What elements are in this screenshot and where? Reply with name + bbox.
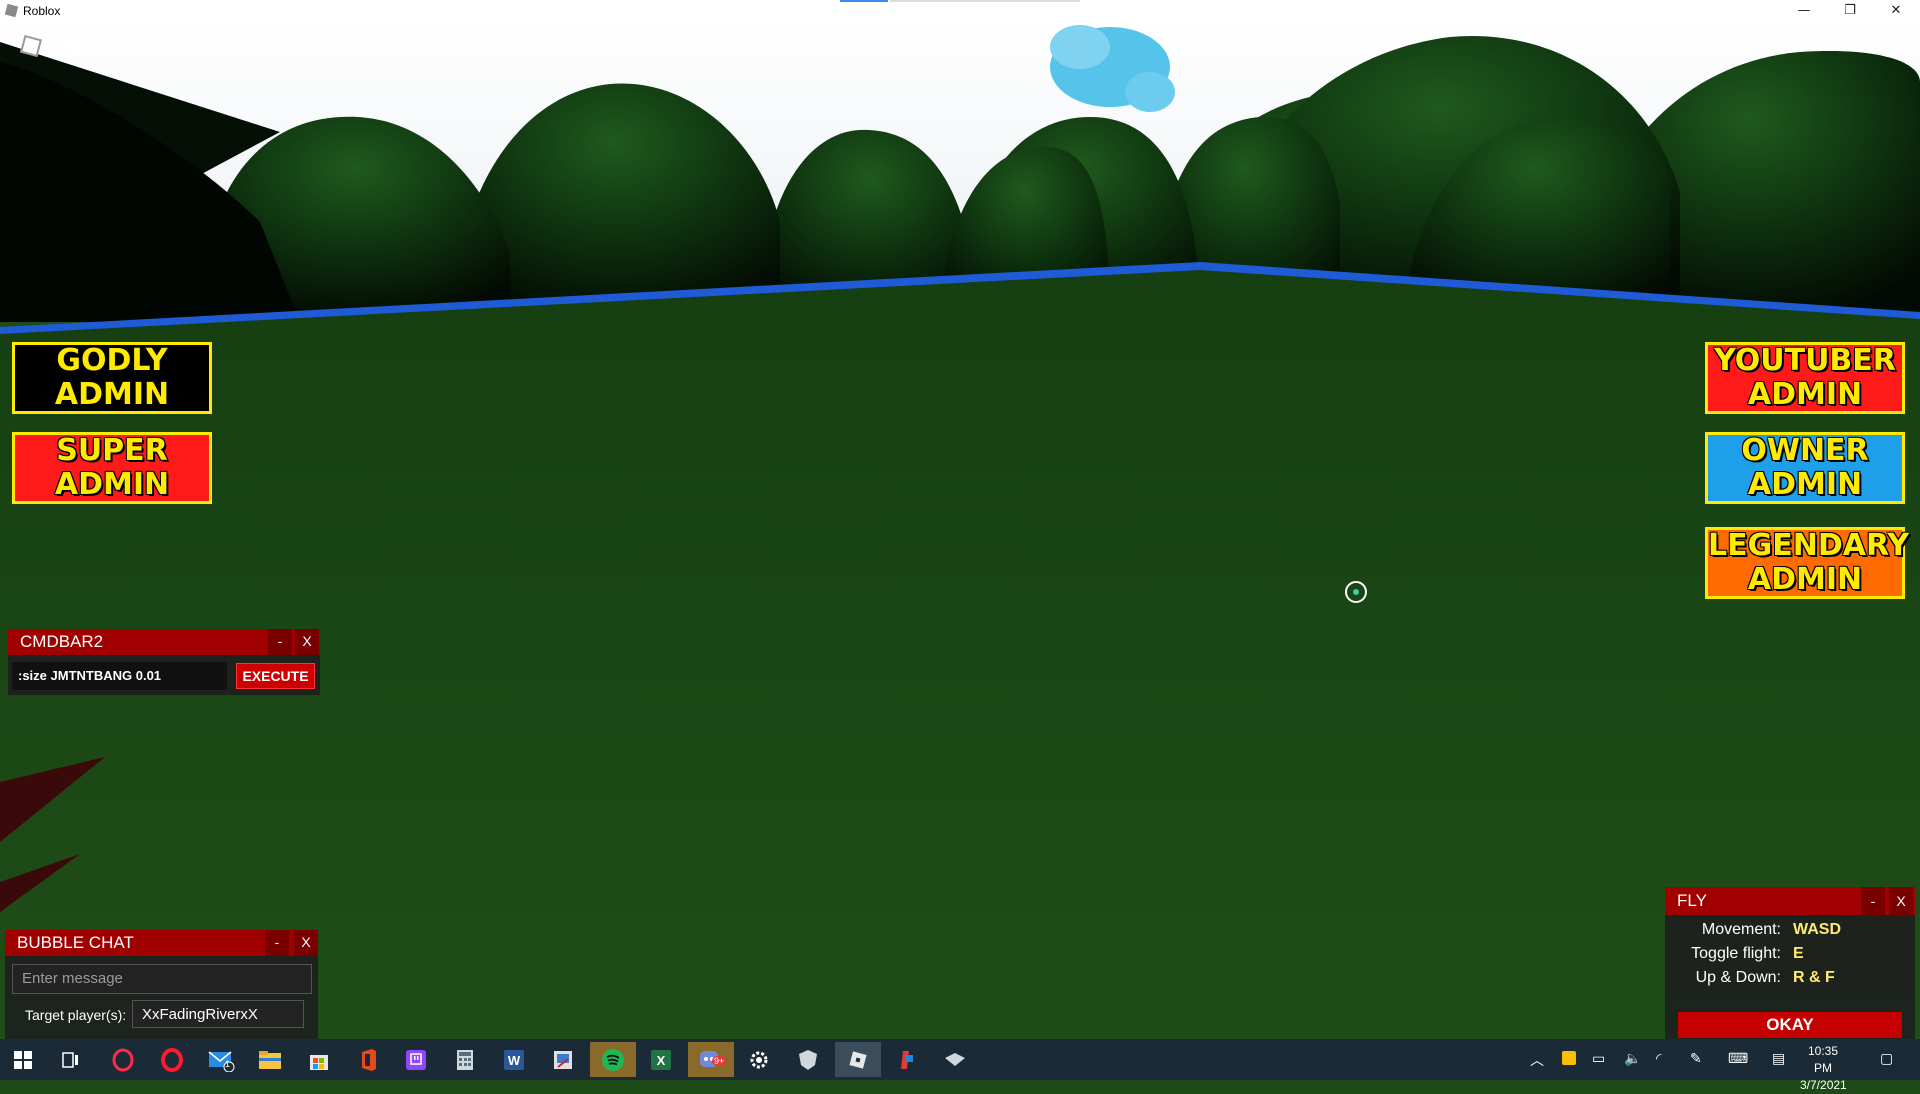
bubble-chat-close-button[interactable]: X [294, 930, 318, 956]
legendary-admin-button[interactable]: LEGENDARY ADMIN [1705, 527, 1910, 599]
volume-icon[interactable]: 🔈 [1624, 1050, 1641, 1067]
super-admin-line1: SUPER [56, 433, 168, 468]
message-input[interactable]: Enter message [12, 964, 312, 994]
close-window-button[interactable]: ✕ [1873, 0, 1919, 22]
fly-updown-value: R & F [1793, 969, 1835, 986]
windows-start-icon[interactable] [7, 1045, 39, 1075]
owner-admin-line2: ADMIN [1747, 467, 1863, 502]
shield-app-icon[interactable] [792, 1045, 824, 1075]
title-accent [840, 0, 888, 2]
legendary-admin-line1: LEGENDARY [1708, 528, 1910, 563]
cmdbar-header[interactable]: CMDBAR2 - X [8, 629, 320, 655]
keyboard-icon[interactable]: ⌨ [1728, 1050, 1748, 1067]
google-drive-icon[interactable] [1562, 1051, 1576, 1065]
fly-close-button[interactable]: X [1889, 887, 1913, 915]
youtuber-admin-button[interactable]: YOUTUBER ADMIN [1705, 342, 1905, 414]
file-explorer-icon[interactable] [254, 1045, 286, 1075]
settings-icon[interactable] [743, 1045, 775, 1075]
taskbar-clock[interactable]: 10:35 PM 3/7/2021 [1800, 1043, 1847, 1094]
fly-row-toggle: Toggle flight: E [1665, 945, 1915, 967]
fly-toggle-value: E [1793, 945, 1804, 962]
twitch-icon[interactable] [400, 1045, 432, 1075]
opera-icon[interactable] [156, 1045, 188, 1075]
calculator-icon[interactable] [449, 1045, 481, 1075]
fly-row-movement: Movement: WASD [1665, 921, 1915, 943]
taskbar: 1 W X 9+ ︿ ▭ 🔈 ◜ ✎ ⌨ ▤ 10:35 PM 3/7/2021… [0, 1039, 1920, 1092]
fly-movement-value: WASD [1793, 921, 1841, 938]
misc-app-icon[interactable] [939, 1045, 971, 1075]
snipping-tool-icon[interactable] [547, 1045, 579, 1075]
fly-header[interactable]: FLY - X [1665, 887, 1915, 915]
owner-admin-button[interactable]: OWNER ADMIN [1705, 432, 1905, 504]
cmdbar-close-button[interactable]: X [295, 629, 319, 655]
target-players-label: Target player(s): [25, 1007, 127, 1023]
chat-icon[interactable] [62, 33, 88, 59]
battery-icon[interactable]: ▭ [1592, 1050, 1605, 1067]
word-icon[interactable]: W [498, 1045, 530, 1075]
microsoft-store-icon[interactable] [303, 1045, 335, 1075]
roblox-icon[interactable] [835, 1042, 881, 1077]
super-admin-button[interactable]: SUPER ADMIN [12, 432, 212, 504]
spotify-icon[interactable] [590, 1042, 636, 1077]
more-options-icon[interactable]: ⋯ [1876, 31, 1902, 57]
roblox-studio-icon[interactable] [890, 1045, 922, 1075]
game-scene [0, 22, 1920, 1039]
mail-icon[interactable]: 1 [205, 1045, 237, 1075]
fly-updown-key: Up & Down: [1695, 969, 1781, 986]
godly-admin-button[interactable]: GODLY ADMIN [12, 342, 212, 414]
minimize-window-button[interactable]: — [1781, 0, 1827, 22]
office-icon[interactable] [352, 1045, 384, 1075]
discord-badge: 9+ [712, 1056, 727, 1066]
owner-admin-line1: OWNER [1741, 433, 1869, 468]
pen-icon[interactable]: ✎ [1690, 1050, 1702, 1067]
okay-button[interactable]: OKAY [1678, 1012, 1902, 1038]
notifications-icon[interactable]: ▢ [1880, 1050, 1893, 1067]
title-accent-light [890, 0, 1080, 2]
youtuber-admin-line1: YOUTUBER [1714, 343, 1896, 378]
command-input[interactable]: :size JMTNTBANG 0.01 [12, 662, 227, 690]
fly-title: FLY [1677, 891, 1707, 910]
godly-admin-line1: GODLY [56, 343, 168, 378]
restore-window-button[interactable]: ❐ [1827, 0, 1873, 22]
svg-text:X: X [657, 1053, 666, 1068]
discord-icon[interactable]: 9+ [688, 1042, 734, 1077]
legendary-admin-line2: ADMIN [1747, 562, 1863, 597]
opera-gx-icon[interactable] [107, 1045, 139, 1075]
roblox-app-icon [4, 3, 19, 18]
window-title-bar: Roblox — ❐ ✕ [0, 0, 1920, 22]
window-title: Roblox [23, 4, 61, 18]
wifi-icon[interactable]: ◜ [1656, 1050, 1661, 1067]
mail-badge: 1 [225, 1059, 231, 1069]
cmdbar-title: CMDBAR2 [20, 632, 104, 651]
task-view-icon[interactable] [55, 1045, 87, 1075]
execute-button[interactable]: EXECUTE [236, 663, 315, 689]
super-admin-line2: ADMIN [54, 467, 170, 502]
bubble-chat-title: BUBBLE CHAT [17, 933, 134, 952]
hd-label[interactable]: HD [106, 33, 132, 59]
fly-toggle-key: Toggle flight: [1691, 945, 1781, 962]
tray-overflow-icon[interactable]: ︿ [1530, 1050, 1544, 1070]
godly-admin-line2: ADMIN [54, 377, 170, 412]
bubble-chat-header[interactable]: BUBBLE CHAT - X [5, 930, 318, 956]
clock-time: 10:35 PM [1807, 1044, 1839, 1075]
target-players-input[interactable]: XxFadingRiverxX [132, 1000, 304, 1028]
fly-row-updown: Up & Down: R & F [1665, 969, 1915, 991]
fly-minimize-button[interactable]: - [1861, 887, 1885, 915]
fly-movement-key: Movement: [1701, 921, 1781, 938]
input-indicator-icon[interactable]: ▤ [1772, 1050, 1785, 1067]
game-viewport[interactable]: HD ⋯ GODLY ADMIN SUPER ADMIN YOUTUBER AD… [0, 22, 1920, 1039]
roblox-logo-icon[interactable] [18, 33, 44, 59]
cmdbar-minimize-button[interactable]: - [268, 629, 292, 655]
excel-icon[interactable]: X [645, 1045, 677, 1075]
youtuber-admin-line2: ADMIN [1747, 377, 1863, 412]
bubble-chat-minimize-button[interactable]: - [265, 930, 289, 956]
svg-text:W: W [508, 1053, 521, 1068]
